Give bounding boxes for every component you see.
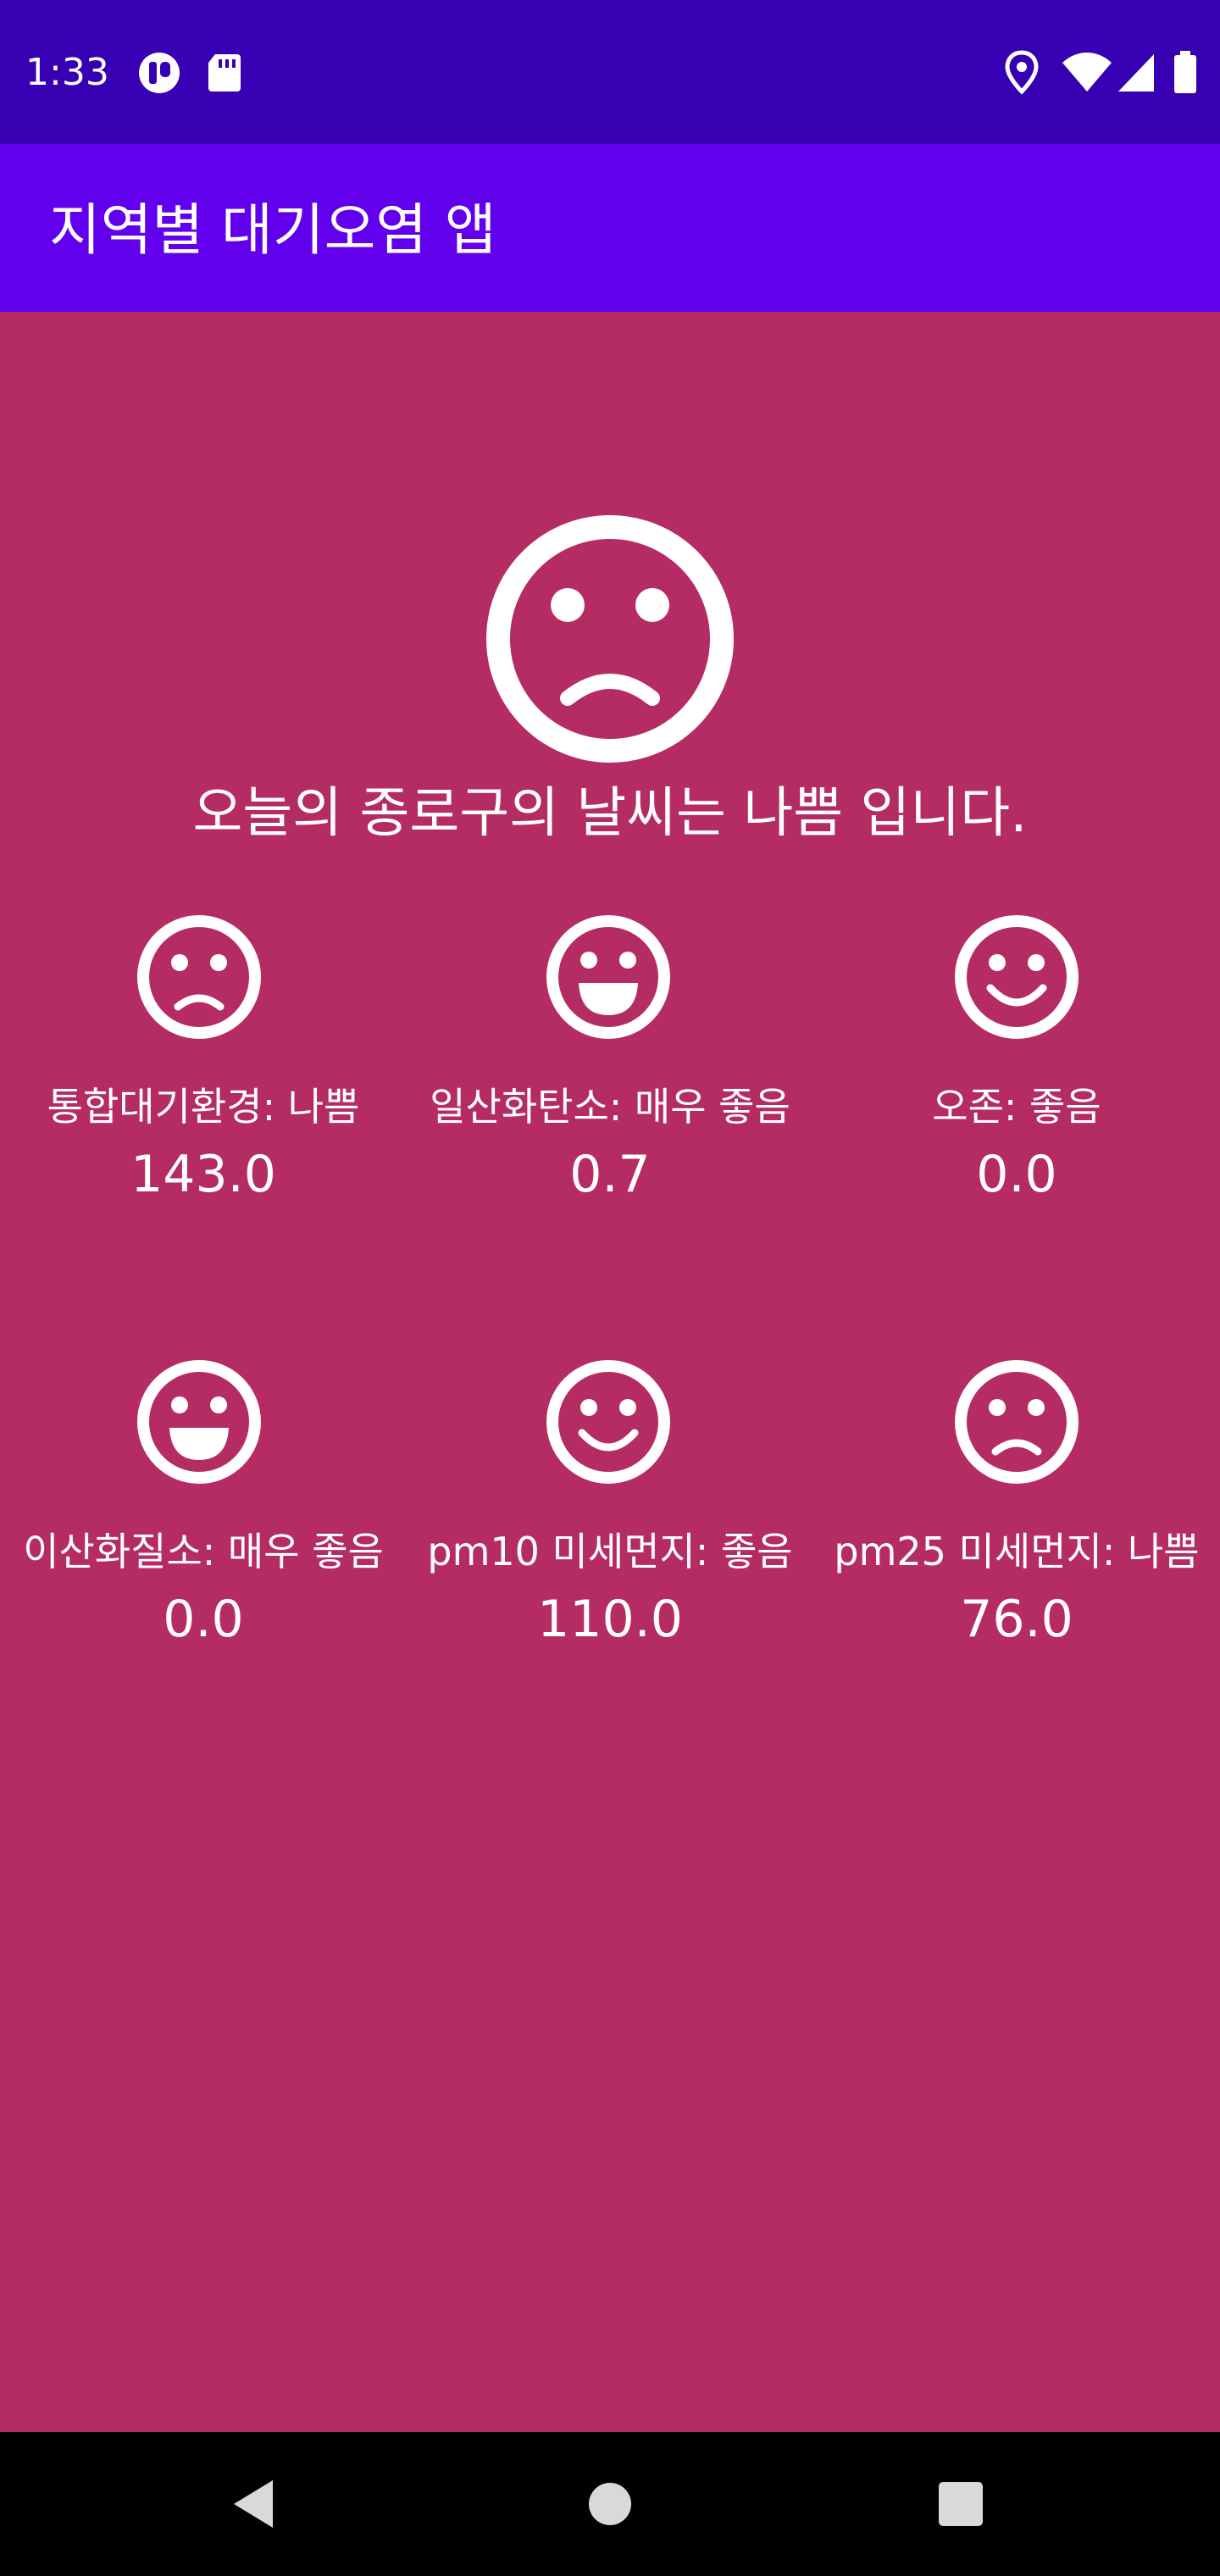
pollutant-item-co: 일산화탄소: 매우 좋음 0.7 (407, 913, 813, 1358)
smiling-face-icon (955, 915, 1079, 1039)
app-title: 지역별 대기오염 앱 (49, 197, 496, 263)
air-quality-summary: 오늘의 종로구의 날씨는 나쁨 입니다. (192, 782, 1028, 845)
laughing-face-icon (137, 1360, 261, 1484)
laughing-face-icon (546, 915, 670, 1039)
app-notification-icon (139, 53, 180, 93)
pollutant-value: 143.0 (130, 1145, 276, 1204)
back-icon[interactable] (212, 2462, 297, 2546)
pollutant-label: 오존: 좋음 (932, 1084, 1101, 1130)
pollutant-label: pm10 미세먼지: 좋음 (427, 1529, 793, 1574)
screen: 1:33 지역별 대기오염 앱 오늘의 종로구의 날씨는 나쁨 입니다. 통합대… (0, 0, 1220, 2576)
pollutant-item-cai: 통합대기환경: 나쁨 143.0 (0, 913, 407, 1358)
signal-icon (1118, 54, 1154, 92)
smiling-face-icon (546, 1360, 670, 1484)
recents-icon[interactable] (918, 2462, 1003, 2546)
pollutant-value: 0.7 (569, 1145, 651, 1204)
wifi-icon (1062, 53, 1112, 92)
battery-icon (1174, 51, 1196, 93)
pollutant-item-pm25: pm25 미세먼지: 나쁨 76.0 (813, 1358, 1220, 1803)
pollutant-value: 0.0 (976, 1145, 1057, 1204)
sd-card-icon (208, 54, 241, 92)
sad-face-icon (486, 515, 734, 763)
pollutant-row: 통합대기환경: 나쁨 143.0 일산화탄소: 매우 좋음 0.7 오존: 좋음… (0, 913, 1220, 1358)
pollutant-value: 110.0 (537, 1590, 683, 1649)
pollutant-value: 76.0 (960, 1590, 1073, 1649)
app-bar: 지역별 대기오염 앱 (0, 144, 1220, 312)
navigation-bar (0, 2432, 1220, 2576)
sad-face-icon (955, 1360, 1079, 1484)
pollutant-grid: 통합대기환경: 나쁨 143.0 일산화탄소: 매우 좋음 0.7 오존: 좋음… (0, 913, 1220, 1803)
pollutant-label: 일산화탄소: 매우 좋음 (430, 1084, 790, 1130)
pollutant-label: 이산화질소: 매우 좋음 (23, 1529, 384, 1574)
pollutant-row: 이산화질소: 매우 좋음 0.0 pm10 미세먼지: 좋음 110.0 pm2… (0, 1358, 1220, 1803)
status-bar: 1:33 (0, 0, 1220, 144)
sad-face-icon (137, 915, 261, 1039)
pollutant-label: pm25 미세먼지: 나쁨 (834, 1529, 1200, 1574)
pollutant-item-ozone: 오존: 좋음 0.0 (813, 913, 1220, 1358)
pollutant-item-pm10: pm10 미세먼지: 좋음 110.0 (407, 1358, 813, 1803)
pollutant-value: 0.0 (163, 1590, 244, 1649)
location-icon (1005, 50, 1039, 95)
home-icon[interactable] (568, 2462, 652, 2546)
pollutant-item-no2: 이산화질소: 매우 좋음 0.0 (0, 1358, 407, 1803)
status-time: 1:33 (25, 51, 109, 94)
pollutant-label: 통합대기환경: 나쁨 (47, 1084, 360, 1130)
